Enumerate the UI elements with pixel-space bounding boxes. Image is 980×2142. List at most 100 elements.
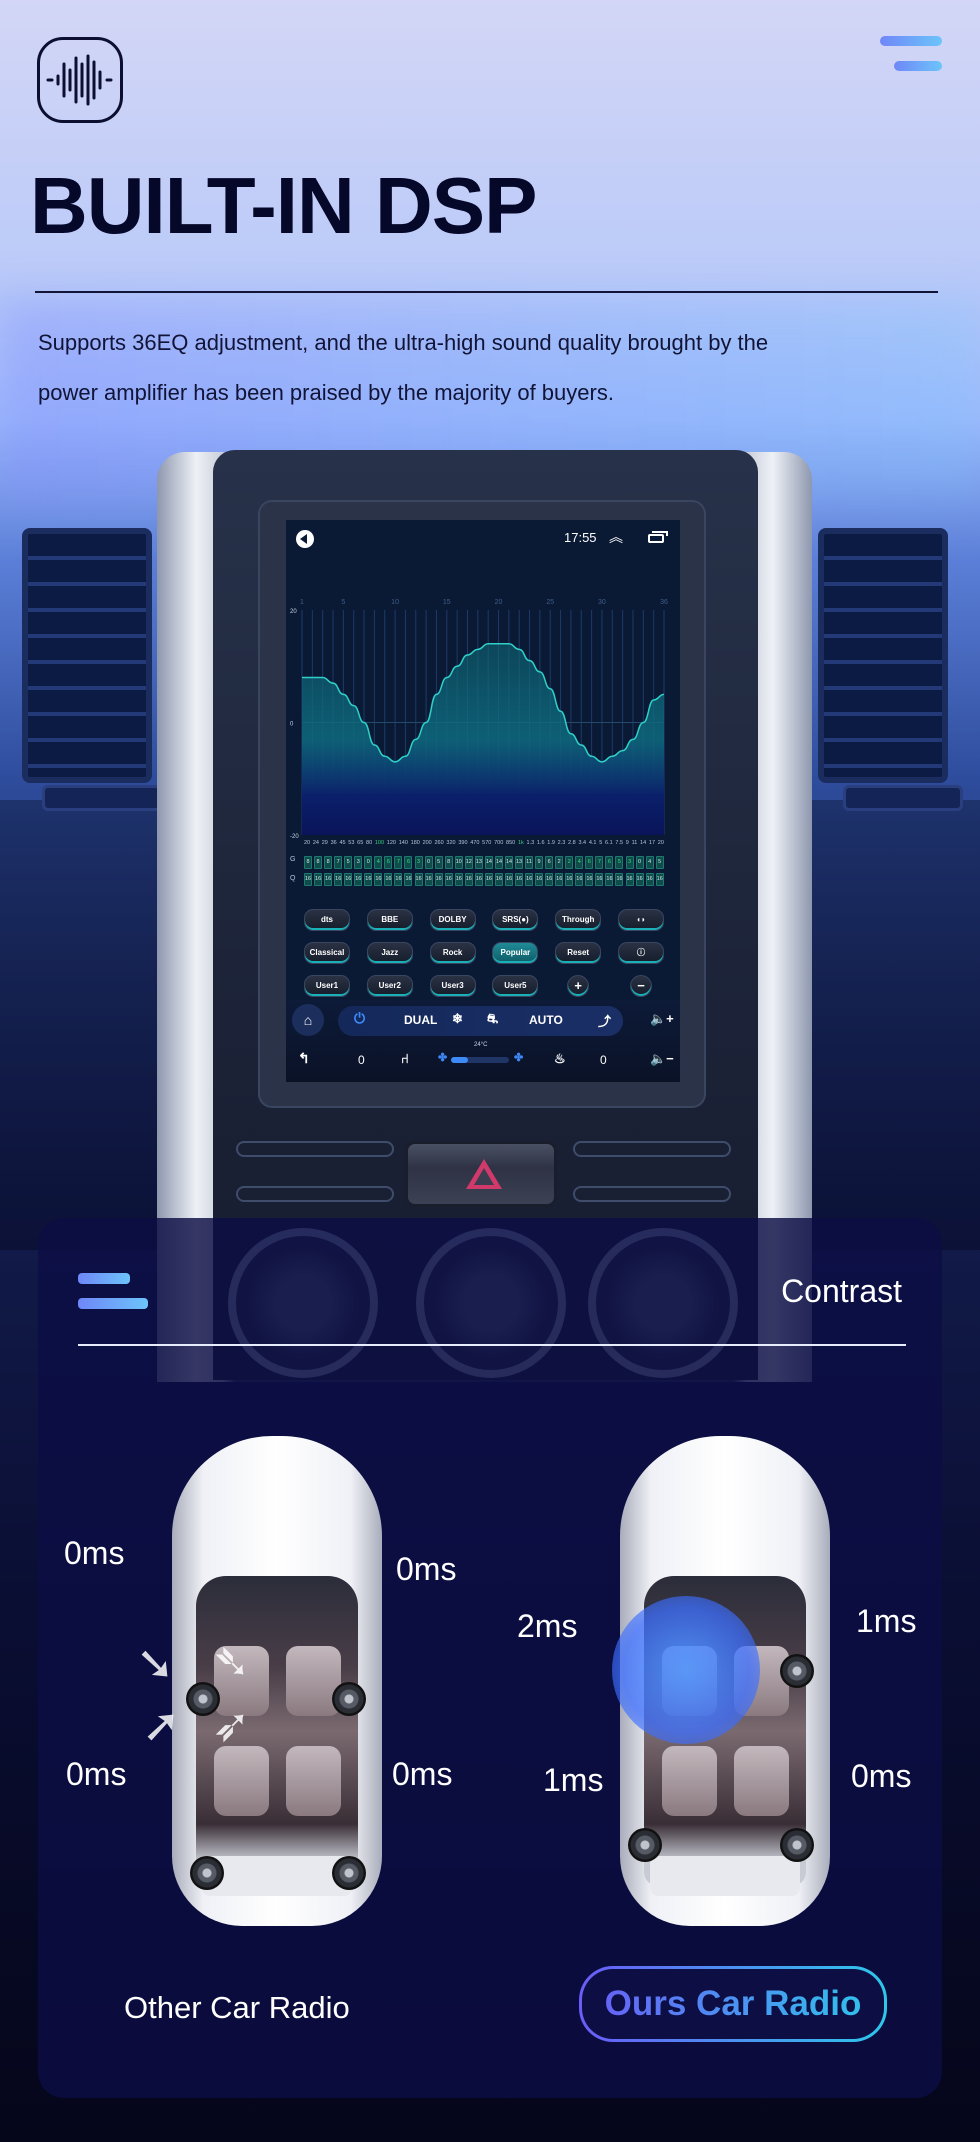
q-value[interactable]: 16 (494, 873, 503, 886)
auto-button[interactable]: AUTO (529, 1013, 563, 1027)
q-value[interactable]: 16 (545, 873, 554, 886)
user5-button[interactable]: User5 (492, 975, 539, 997)
user1-button[interactable]: User1 (304, 975, 350, 997)
seat-heat-icon[interactable]: ♨ (554, 1051, 566, 1067)
gain-value[interactable]: 8 (304, 856, 312, 869)
through-button[interactable]: Through (555, 909, 602, 931)
plus-icon[interactable]: + (567, 975, 590, 997)
gain-value[interactable]: 10 (454, 856, 463, 869)
q-value[interactable]: 16 (344, 873, 353, 886)
gain-value[interactable]: 6 (605, 856, 614, 869)
gain-value[interactable]: 5 (434, 856, 443, 869)
gain-value[interactable]: 6 (404, 856, 413, 869)
user2-button[interactable]: User2 (366, 975, 413, 997)
gain-value[interactable]: 7 (595, 856, 604, 869)
q-value[interactable]: 16 (645, 873, 654, 886)
gain-value[interactable]: 2 (555, 856, 564, 869)
gain-value[interactable]: 14 (484, 856, 493, 869)
q-value[interactable]: 16 (364, 873, 373, 886)
gain-value[interactable]: 13 (514, 856, 523, 869)
classical-button[interactable]: Classical (304, 942, 350, 964)
fan-slider[interactable] (451, 1057, 509, 1063)
gain-value[interactable]: 0 (424, 856, 433, 869)
seat-airflow-icon[interactable]: ⤴ (598, 1011, 611, 1030)
gain-value[interactable]: 3 (414, 856, 423, 869)
q-value[interactable]: 16 (595, 873, 604, 886)
q-value[interactable]: 16 (635, 873, 644, 886)
home-icon[interactable]: ⌂ (292, 1004, 324, 1036)
snowflake-icon[interactable]: ❄ (452, 1011, 463, 1027)
q-value[interactable]: 16 (404, 873, 413, 886)
q-value[interactable]: 16 (615, 873, 624, 886)
gain-value[interactable]: 8 (324, 856, 333, 869)
volume-down-icon[interactable]: 🔈− (650, 1051, 674, 1067)
q-value[interactable]: 16 (484, 873, 493, 886)
eq-chart[interactable]: 1 5 10 15 20 25 30 36200-20 (286, 590, 680, 840)
volume-up-icon[interactable]: 🔈+ (650, 1011, 674, 1027)
gain-value[interactable]: 3 (354, 856, 363, 869)
q-value[interactable]: 16 (414, 873, 423, 886)
gain-value[interactable]: 6 (585, 856, 594, 869)
hamburger-icon[interactable] (78, 1273, 148, 1309)
q-value[interactable]: 16 (424, 873, 433, 886)
fan-low-icon[interactable]: ✤ (438, 1051, 447, 1064)
gain-value[interactable]: 7 (334, 856, 343, 869)
ours-car-radio-button[interactable]: Ours Car Radio (579, 1966, 887, 2042)
q-value[interactable]: 16 (625, 873, 634, 886)
gain-value[interactable]: 0 (635, 856, 644, 869)
info-icon[interactable]: ⓘ (617, 942, 664, 964)
q-value[interactable]: 16 (655, 873, 664, 886)
dts-button[interactable]: dts (304, 909, 350, 931)
q-value[interactable]: 16 (565, 873, 574, 886)
q-value[interactable]: 16 (384, 873, 393, 886)
q-value[interactable]: 16 (304, 873, 312, 886)
gain-value[interactable]: 5 (344, 856, 353, 869)
gain-value[interactable]: 11 (525, 856, 534, 869)
gain-value[interactable]: 6 (545, 856, 554, 869)
gain-value[interactable]: 0 (364, 856, 373, 869)
gain-value[interactable]: 8 (444, 856, 453, 869)
srs-button[interactable]: SRS(●) (492, 909, 539, 931)
q-value[interactable]: 16 (334, 873, 343, 886)
gain-value[interactable]: 4 (575, 856, 584, 869)
q-value[interactable]: 16 (514, 873, 523, 886)
gain-value[interactable]: 14 (504, 856, 513, 869)
dolby-button[interactable]: DOLBY (429, 909, 476, 931)
gain-value[interactable]: 5 (615, 856, 624, 869)
q-value[interactable]: 16 (354, 873, 363, 886)
gain-value[interactable]: 13 (474, 856, 483, 869)
jazz-button[interactable]: Jazz (366, 942, 413, 964)
seat-icon[interactable]: ⑁ (401, 1051, 409, 1066)
gain-value[interactable]: 4 (374, 856, 383, 869)
fan-high-icon[interactable]: ✤ (514, 1051, 523, 1064)
q-value[interactable]: 16 (525, 873, 534, 886)
rock-button[interactable]: Rock (429, 942, 476, 964)
double-chevron-up-icon[interactable]: ︽ (609, 527, 623, 547)
q-value[interactable]: 16 (575, 873, 584, 886)
q-value[interactable]: 16 (314, 873, 323, 886)
q-value[interactable]: 16 (394, 873, 403, 886)
menu-button[interactable] (880, 36, 942, 74)
gain-value[interactable]: 8 (314, 856, 323, 869)
q-value[interactable]: 16 (474, 873, 483, 886)
q-value[interactable]: 16 (434, 873, 443, 886)
popular-button[interactable]: Popular (492, 942, 539, 964)
balance-icon[interactable]: ◖◗ (617, 909, 664, 931)
user3-button[interactable]: User3 (429, 975, 476, 997)
q-value[interactable]: 16 (454, 873, 463, 886)
q-value[interactable]: 16 (504, 873, 513, 886)
gain-value[interactable]: 14 (494, 856, 503, 869)
q-value[interactable]: 16 (444, 873, 453, 886)
gain-value[interactable]: 6 (384, 856, 393, 869)
minus-icon[interactable]: − (629, 975, 652, 997)
gain-value[interactable]: 4 (645, 856, 654, 869)
q-value[interactable]: 16 (374, 873, 383, 886)
multi-window-icon[interactable] (648, 531, 668, 543)
back-arrow-icon[interactable]: ↰ (298, 1050, 310, 1067)
gain-value[interactable]: 2 (565, 856, 574, 869)
gain-value[interactable]: 12 (464, 856, 473, 869)
gain-value[interactable]: 5 (655, 856, 664, 869)
bbe-button[interactable]: BBE (366, 909, 413, 931)
q-value[interactable]: 16 (605, 873, 614, 886)
gain-value[interactable]: 3 (625, 856, 634, 869)
